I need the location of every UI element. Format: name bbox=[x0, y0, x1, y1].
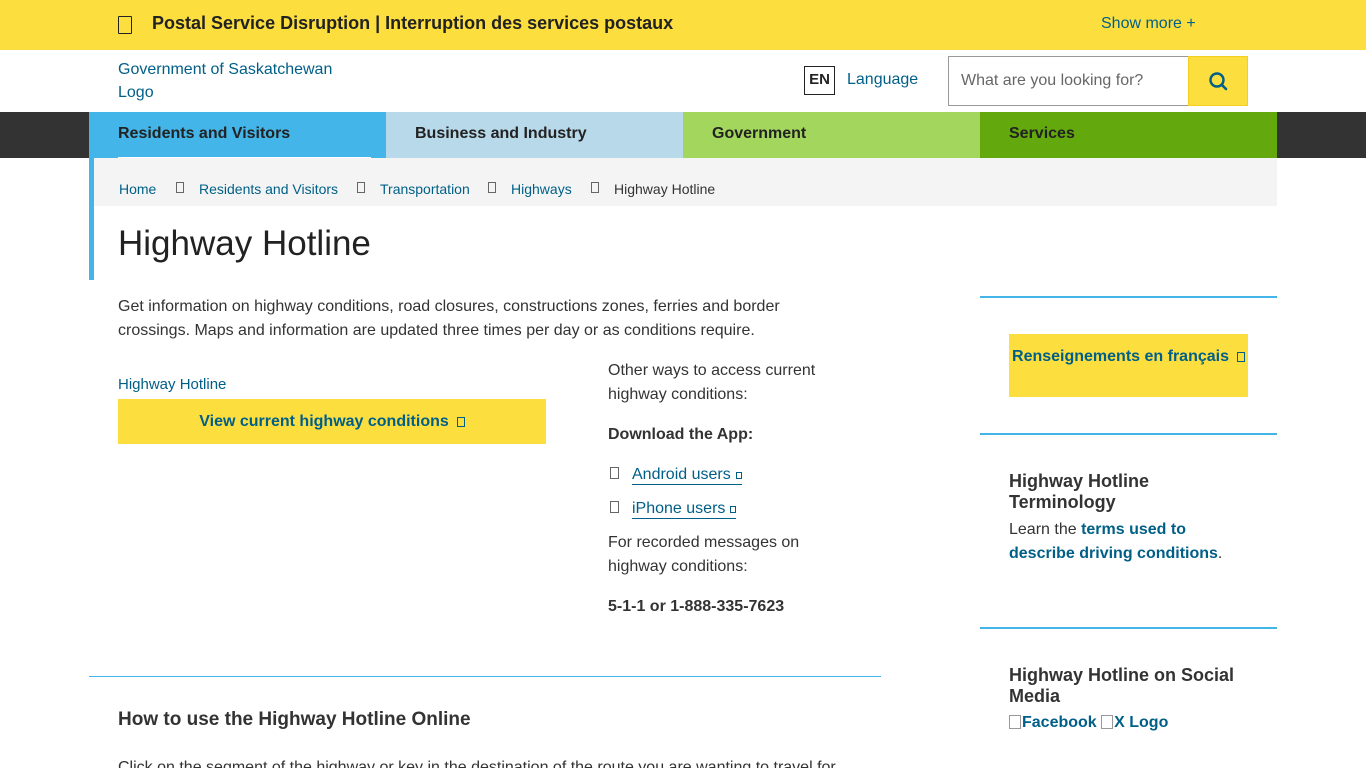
chevron-right-icon bbox=[176, 182, 184, 193]
other-ways-text: Other ways to access current highway con… bbox=[608, 362, 816, 403]
title-accent-bar bbox=[89, 158, 94, 280]
breadcrumb-home[interactable]: Home bbox=[119, 181, 156, 197]
x-link[interactable]: X Logo bbox=[1101, 714, 1168, 731]
phone-icon bbox=[610, 501, 619, 513]
chevron-right-icon bbox=[488, 182, 496, 193]
facebook-label: Facebook bbox=[1022, 714, 1097, 731]
chevron-right-icon bbox=[357, 182, 365, 193]
terminology-prefix: Learn the bbox=[1009, 521, 1082, 538]
search-icon bbox=[1209, 72, 1228, 91]
nav-tab-label: Residents and Visitors bbox=[118, 125, 291, 142]
breadcrumb-residents[interactable]: Residents and Visitors bbox=[199, 181, 338, 197]
sidebar-divider bbox=[980, 433, 1277, 435]
social-links: Facebook X Logo bbox=[1009, 714, 1168, 732]
sidebar-divider bbox=[980, 296, 1277, 298]
nav-tab-label: Business and Industry bbox=[415, 125, 587, 142]
facebook-link[interactable]: Facebook bbox=[1009, 714, 1097, 731]
breadcrumb-highways[interactable]: Highways bbox=[511, 181, 572, 197]
social-heading: Highway Hotline on Social Media bbox=[1009, 665, 1235, 706]
external-link-icon bbox=[730, 506, 737, 513]
highway-hotline-image: Highway Hotline bbox=[118, 376, 227, 393]
page-title: Highway Hotline bbox=[118, 224, 371, 263]
search-input[interactable] bbox=[948, 56, 1189, 106]
x-label: X Logo bbox=[1114, 714, 1169, 731]
chevron-right-icon bbox=[591, 182, 599, 193]
government-logo[interactable]: Government of Saskatchewan Logo bbox=[118, 58, 358, 104]
iphone-link-label: iPhone users bbox=[632, 500, 726, 517]
language-link[interactable]: Language bbox=[847, 71, 918, 89]
iphone-link[interactable]: iPhone users bbox=[632, 500, 737, 519]
alert-title: Postal Service Disruption | Interruption… bbox=[152, 13, 674, 33]
breadcrumb-transportation[interactable]: Transportation bbox=[380, 181, 470, 197]
android-link-label: Android users bbox=[632, 466, 731, 483]
x-icon bbox=[1101, 715, 1114, 729]
recorded-messages-text: For recorded messages on highway conditi… bbox=[608, 534, 800, 575]
view-conditions-label: View current highway conditions bbox=[199, 413, 449, 430]
external-link-icon bbox=[456, 417, 465, 427]
search-button[interactable] bbox=[1188, 56, 1248, 106]
section-heading: How to use the Highway Hotline Online bbox=[118, 709, 471, 730]
nav-tab-label: Government bbox=[712, 125, 807, 142]
external-link-icon bbox=[735, 472, 742, 479]
intro-text: Get information on highway conditions, r… bbox=[118, 298, 780, 339]
section-divider bbox=[89, 676, 881, 677]
nav-tab-services[interactable]: Services bbox=[980, 112, 1277, 158]
nav-tab-label: Services bbox=[1009, 125, 1075, 142]
terminology-text: Learn the terms used to describe driving… bbox=[1009, 518, 1249, 566]
phone-number: 5-1-1 or 1-888-335-7623 bbox=[608, 598, 785, 615]
download-app-heading: Download the App: bbox=[608, 426, 754, 443]
nav-tab-business[interactable]: Business and Industry bbox=[386, 112, 683, 158]
phone-icon bbox=[610, 467, 619, 479]
terminology-suffix: . bbox=[1217, 545, 1223, 562]
breadcrumb-current: Highway Hotline bbox=[614, 181, 716, 197]
sidebar-divider bbox=[980, 627, 1277, 629]
view-conditions-button[interactable]: View current highway conditions bbox=[118, 399, 546, 444]
show-more-button[interactable]: Show more + bbox=[1101, 15, 1196, 33]
terminology-heading: Highway Hotline Terminology bbox=[1009, 471, 1150, 512]
section-body: Click on the segment of the highway or k… bbox=[118, 759, 836, 768]
nav-tab-government[interactable]: Government bbox=[683, 112, 980, 158]
android-link[interactable]: Android users bbox=[632, 466, 742, 485]
external-link-icon bbox=[1236, 352, 1245, 362]
french-info-label: Renseignements en français bbox=[1012, 348, 1229, 365]
french-info-button[interactable]: Renseignements en français bbox=[1009, 334, 1248, 397]
facebook-icon bbox=[1009, 715, 1021, 729]
alert-icon bbox=[118, 16, 132, 34]
language-code-badge[interactable]: EN bbox=[804, 66, 835, 95]
